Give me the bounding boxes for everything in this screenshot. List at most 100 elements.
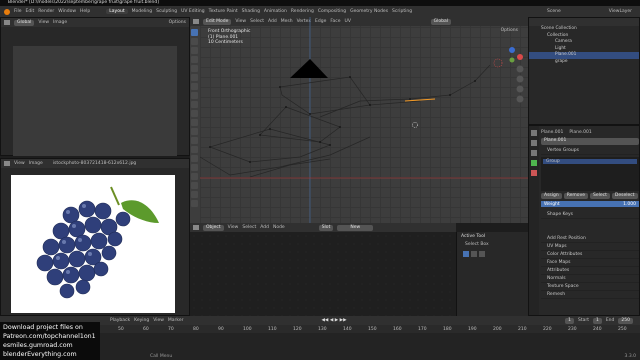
left-top-menu-image[interactable]: Image [53,20,67,25]
window-title: Blender* [D:\models\2022\september\grape… [8,0,160,5]
menu-window[interactable]: Window [58,9,76,14]
tick-label: 190 [468,326,477,332]
properties-mesh-name[interactable]: Plane.001 [569,130,591,135]
editor-type-icon[interactable] [4,20,10,25]
annotate-icon[interactable] [191,83,198,90]
object-dropdown[interactable]: Object [203,224,224,231]
select-button[interactable]: Select [590,193,610,199]
node-menu-view[interactable]: View [228,225,239,230]
particles-icon[interactable] [531,140,537,146]
start-frame-field[interactable]: 1 [592,317,602,324]
rip-icon[interactable] [191,200,198,207]
texture-space-section[interactable]: Texture Space [541,283,639,291]
inset-icon[interactable] [191,110,198,117]
select-mode-new-icon[interactable] [463,251,469,257]
workspace-tab-texture-paint[interactable]: Texture Paint [209,9,238,14]
image-file-name[interactable]: istockphoto-803721418-612x612.jpg [53,161,137,166]
outliner-item-grape[interactable]: grape [529,59,639,66]
wrench-icon[interactable] [531,130,537,136]
new-material-button[interactable]: New [337,224,374,231]
workspace-tab-scripting[interactable]: Scripting [392,9,412,14]
slot-dropdown[interactable]: Slot [318,224,334,231]
workspace-tab-compositing[interactable]: Compositing [318,9,346,14]
scale-icon[interactable] [191,65,198,72]
spin-icon[interactable] [191,155,198,162]
select-cursor-icon[interactable] [191,29,198,36]
node-editor-type-icon[interactable] [193,225,199,230]
vertex-group-item[interactable]: Group [543,159,637,164]
image-editor-type-icon[interactable] [4,161,10,166]
navigation-gizmo[interactable] [509,47,523,63]
menu-render[interactable]: Render [38,9,54,14]
timeline-view[interactable]: View [153,318,164,323]
attributes-section[interactable]: Attributes [541,267,639,275]
uv-maps-section[interactable]: UV Maps [541,243,639,251]
timeline-playback[interactable]: Playback [110,318,130,323]
3d-viewport[interactable]: Edit Mode View Select Add Mesh Vertex Ed… [190,17,528,223]
weight-slider[interactable]: Weight 1.000 [541,201,639,207]
material-icon[interactable] [531,170,537,176]
workspace-tab-rendering[interactable]: Rendering [291,9,314,14]
current-frame-field[interactable]: 1 [565,317,574,324]
mesh-data-icon[interactable] [531,160,537,166]
bevel-icon[interactable] [191,119,198,126]
cursor-icon[interactable] [191,38,198,45]
workspace-tab-shading[interactable]: Shading [242,9,260,14]
menu-help[interactable]: Help [80,9,90,14]
assign-button[interactable]: Assign [541,193,562,199]
menu-edit[interactable]: Edit [26,9,35,14]
poly-build-icon[interactable] [191,146,198,153]
workspace-tab-sculpting[interactable]: Sculpting [156,9,177,14]
smooth-icon[interactable] [191,164,198,171]
properties-object-name[interactable]: Plane.001 [541,130,563,135]
node-menu-select[interactable]: Select [242,225,256,230]
node-editor-canvas[interactable] [190,232,456,316]
node-menu-add[interactable]: Add [260,225,269,230]
knife-icon[interactable] [191,137,198,144]
vertex-groups-section[interactable]: Vertex Groups [541,147,639,155]
workspace-tab-modeling[interactable]: Modeling [132,9,152,14]
left-top-menu-view[interactable]: View [38,20,49,25]
vertex-group-list: Group [541,157,639,191]
shear-icon[interactable] [191,191,198,198]
scene-selector[interactable]: Scene [547,9,561,14]
transform-icon[interactable] [191,74,198,81]
workspace-tab-layout[interactable]: Layout [106,9,128,14]
loop-cut-icon[interactable] [191,128,198,135]
timeline-marker[interactable]: Marker [168,318,184,323]
workspace-tab-geometry-nodes[interactable]: Geometry Nodes [350,9,388,14]
play-controls[interactable]: ◀◀ ◀ ▶ ▶▶ [321,318,346,323]
menu-file[interactable]: File [14,9,22,14]
add-rest-position-checkbox[interactable]: Add Rest Position [541,235,639,243]
deselect-button[interactable]: Deselect [611,193,638,199]
image-editor-image[interactable]: Image [29,161,43,166]
node-menu-node[interactable]: Node [273,225,285,230]
select-mode-subtract-icon[interactable] [479,251,485,257]
data-name-field[interactable]: Plane.001 [541,138,639,145]
color-attributes-section[interactable]: Color Attributes [541,251,639,259]
end-frame-field[interactable]: 250 [618,317,633,324]
image-editor-view[interactable]: View [14,161,25,166]
weight-value: 1.000 [623,201,636,207]
remesh-section[interactable]: Remesh [541,291,639,299]
shrink-icon[interactable] [191,182,198,189]
workspace-tab-animation[interactable]: Animation [264,9,287,14]
view-layer-selector[interactable]: ViewLayer [609,9,632,14]
measure-icon[interactable] [191,92,198,99]
physics-icon[interactable] [531,150,537,156]
left-top-options[interactable]: Options [169,20,186,25]
select-mode-extend-icon[interactable] [471,251,477,257]
mesh-wireframe [190,17,528,223]
edge-slide-icon[interactable] [191,173,198,180]
remove-button[interactable]: Remove [563,193,588,199]
timeline-keying[interactable]: Keying [134,318,149,323]
global-dropdown[interactable]: Global [14,19,35,26]
shape-keys-section[interactable]: Shape Keys [541,211,639,219]
face-maps-section[interactable]: Face Maps [541,259,639,267]
normals-section[interactable]: Normals [541,275,639,283]
move-icon[interactable] [191,47,198,54]
rotate-icon[interactable] [191,56,198,63]
blender-logo-icon[interactable] [4,8,10,15]
workspace-tab-uv-editing[interactable]: UV Editing [181,9,204,14]
extrude-icon[interactable] [191,101,198,108]
